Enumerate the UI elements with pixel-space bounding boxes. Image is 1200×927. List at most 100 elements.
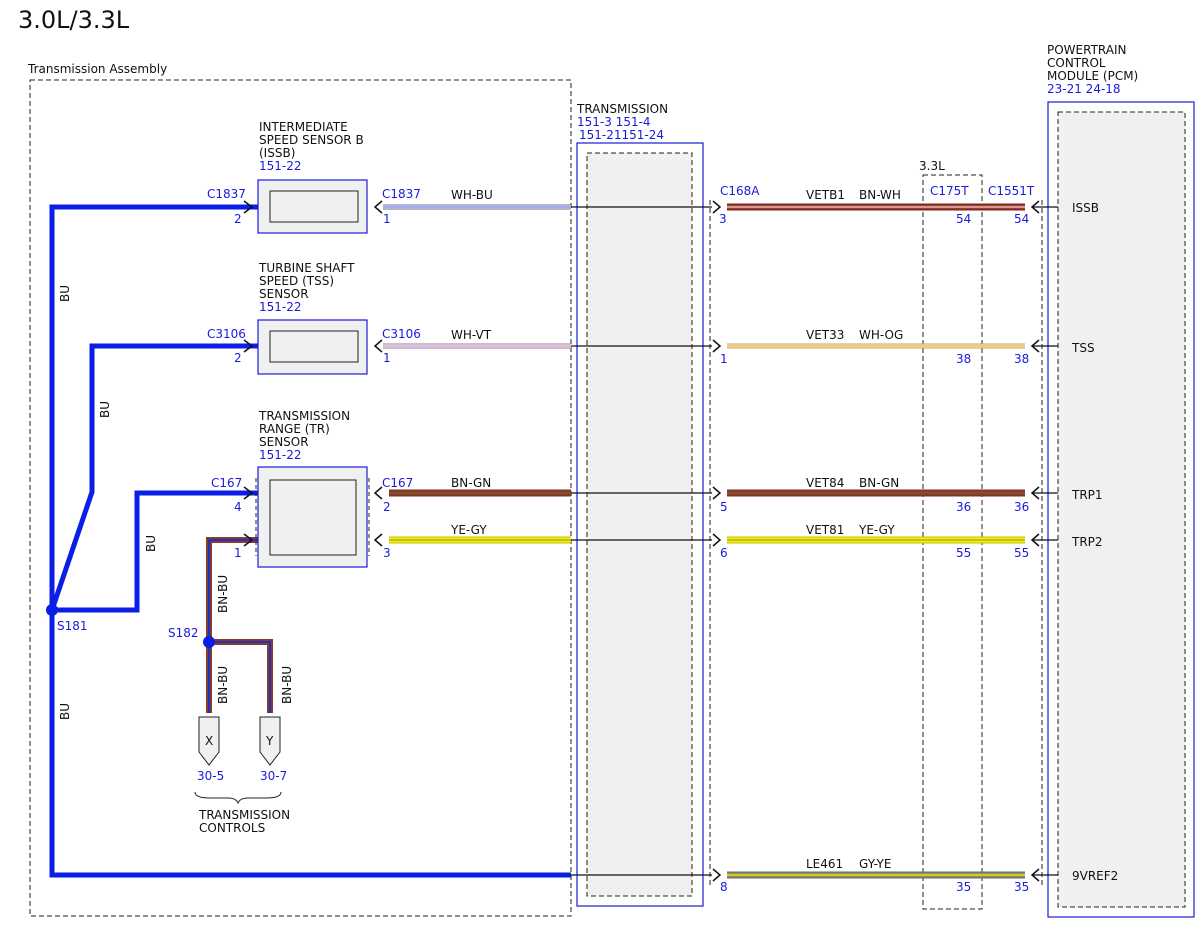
- c3106-left-label: C3106: [207, 327, 246, 341]
- tss-label-2: SPEED (TSS): [259, 274, 334, 288]
- terminal-y-letter: Y: [265, 734, 274, 748]
- splice-s182-label: S182: [168, 626, 199, 640]
- c1837-right-label: C1837: [382, 187, 421, 201]
- c1551t-pin-54: 54: [1014, 212, 1029, 226]
- splice-s181-label: S181: [57, 619, 88, 633]
- tss-label-1: TURBINE SHAFT: [258, 261, 355, 275]
- wire-vet33-circuit: VET33: [806, 328, 844, 342]
- tr-pin-left-4: 4: [234, 500, 242, 514]
- bn-bu-label-c: BN-BU: [280, 666, 294, 704]
- tr-label-3: SENSOR: [259, 435, 309, 449]
- tr-pin-left-1: 1: [234, 546, 242, 560]
- tr-sensor-element: [269, 479, 357, 556]
- issb-label-3: (ISSB): [259, 146, 295, 160]
- terminals-group-brace: [194, 791, 282, 805]
- pcm-name-line2: CONTROL: [1047, 56, 1106, 70]
- tr-label-1: TRANSMISSION: [258, 409, 350, 423]
- c1551t-label: C1551T: [988, 184, 1035, 198]
- pcm-stub-lines: [1033, 206, 1058, 876]
- wire-ye-gy-label: YE-GY: [450, 523, 487, 537]
- bn-bu-label-a: BN-BU: [216, 575, 230, 613]
- wire-le461-circuit: LE461: [806, 857, 843, 871]
- pcm-ref: 23-21 24-18: [1047, 82, 1121, 96]
- wire-vet33-color: WH-OG: [859, 328, 903, 342]
- c175t-pin-54: 54: [956, 212, 971, 226]
- pcm-pin-issb: ISSB: [1072, 201, 1099, 215]
- right-arrow-marks: [373, 200, 383, 547]
- pcm-name-line3: MODULE (PCM): [1047, 69, 1138, 83]
- transmission-assembly-label: Transmission Assembly: [27, 62, 167, 76]
- c1551t-pin-38: 38: [1014, 352, 1029, 366]
- c168a-pin-8: 8: [720, 880, 728, 894]
- c167-right-label: C167: [382, 476, 413, 490]
- tr-pin-right-3: 3: [383, 546, 391, 560]
- wiring-diagram: 3.0L/3.3L Transmission Assembly TRANSMIS…: [18, 6, 1195, 918]
- tr-label-2: RANGE (TR): [259, 422, 330, 436]
- transmission-name: TRANSMISSION: [576, 102, 668, 116]
- transmission-ref-1: 151-3 151-4: [577, 115, 651, 129]
- transmission-ref-2: 151-21151-24: [579, 128, 664, 142]
- c167-left-label: C167: [211, 476, 242, 490]
- tss-label-3: SENSOR: [259, 287, 309, 301]
- c168a-pin-3: 3: [719, 212, 727, 226]
- pcm-block-inner: [1057, 111, 1186, 908]
- issb-sensor-element: [269, 190, 359, 223]
- c168a-label: C168A: [720, 184, 760, 198]
- wire-le461-color: GY-YE: [859, 857, 891, 871]
- c1551t-pin-35: 35: [1014, 880, 1029, 894]
- page-title: 3.0L/3.3L: [18, 6, 130, 34]
- tss-ref: 151-22: [259, 300, 302, 314]
- issb-pin-right: 1: [383, 212, 391, 226]
- inline-3-3l-label: 3.3L: [919, 159, 945, 173]
- c168a-pin-5: 5: [720, 500, 728, 514]
- c175t-pin-55: 55: [956, 546, 971, 560]
- wire-wh-vt-label: WH-VT: [451, 328, 492, 342]
- wire-vet84-color: BN-GN: [859, 476, 899, 490]
- wire-vetb1-circuit: VETB1: [806, 188, 845, 202]
- pcm-pin-trp2: TRP2: [1071, 535, 1103, 549]
- issb-label-2: SPEED SENSOR B: [259, 133, 364, 147]
- tr-ref: 151-22: [259, 448, 302, 462]
- c175t-pin-35: 35: [956, 880, 971, 894]
- c175t-label: C175T: [930, 184, 969, 198]
- pcm-arrow-marks: [1030, 200, 1040, 882]
- tr-pin-right-2: 2: [383, 500, 391, 514]
- terminal-x-ref: 30-5: [197, 769, 224, 783]
- bu-label-a: BU: [58, 285, 72, 302]
- wire-wh-bu-label: WH-BU: [451, 188, 493, 202]
- pcm-pin-9vref2: 9VREF2: [1072, 869, 1118, 883]
- wire-bn-gn-label: BN-GN: [451, 476, 491, 490]
- issb-ref: 151-22: [259, 159, 302, 173]
- bu-label-d: BU: [58, 703, 72, 720]
- c175t-pin-38: 38: [956, 352, 971, 366]
- terminals-group-line2: CONTROLS: [199, 821, 265, 835]
- transmission-block-inner: [586, 152, 693, 897]
- c3106-right-label: C3106: [382, 327, 421, 341]
- pcm-name-line1: POWERTRAIN: [1047, 43, 1127, 57]
- c168a-pin-1: 1: [720, 352, 728, 366]
- tss-sensor-element: [269, 330, 359, 363]
- bu-label-b: BU: [98, 401, 112, 418]
- c168a-arrow-marks: [712, 200, 722, 882]
- wire-vet81-circuit: VET81: [806, 523, 844, 537]
- c168a-pin-6: 6: [720, 546, 728, 560]
- tss-pin-left: 2: [234, 351, 242, 365]
- wire-vetb1-color: BN-WH: [859, 188, 901, 202]
- splice-s181: [46, 604, 58, 616]
- wire-vet81-color: YE-GY: [858, 523, 895, 537]
- wire-vet84-circuit: VET84: [806, 476, 844, 490]
- bn-bu-label-b: BN-BU: [216, 666, 230, 704]
- c1551t-pin-36: 36: [1014, 500, 1029, 514]
- issb-label-1: INTERMEDIATE: [259, 120, 348, 134]
- c175t-pin-36: 36: [956, 500, 971, 514]
- splice-s182: [203, 636, 215, 648]
- issb-pin-left: 2: [234, 212, 242, 226]
- c1551t-pin-55: 55: [1014, 546, 1029, 560]
- terminal-y-ref: 30-7: [260, 769, 287, 783]
- c1837-left-label: C1837: [207, 187, 246, 201]
- pcm-pin-tss: TSS: [1071, 341, 1095, 355]
- terminal-x-letter: X: [205, 734, 213, 748]
- pcm-pin-trp1: TRP1: [1071, 488, 1103, 502]
- bu-label-c: BU: [144, 535, 158, 552]
- terminals-group-line1: TRANSMISSION: [198, 808, 290, 822]
